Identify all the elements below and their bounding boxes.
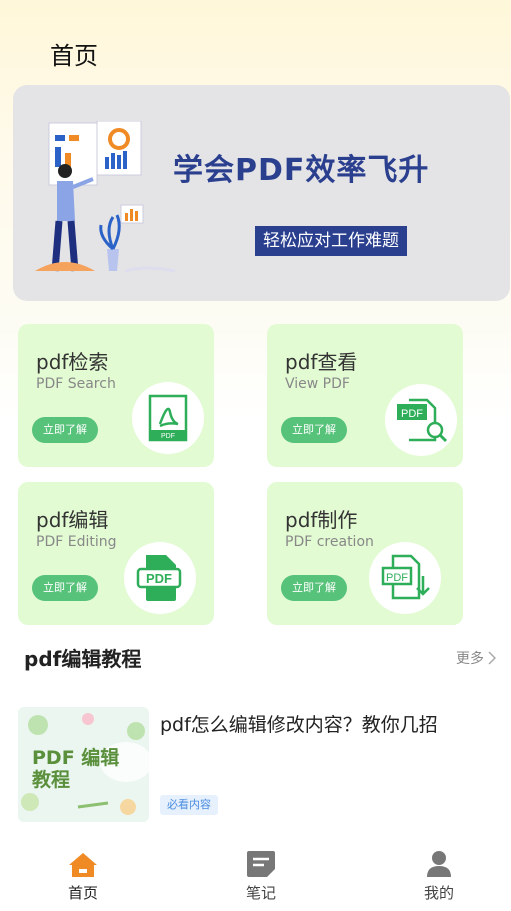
pdf-acrobat-icon: PDF	[132, 382, 204, 454]
more-label: 更多	[456, 651, 484, 667]
svg-text:PDF: PDF	[146, 571, 172, 586]
learn-more-button[interactable]: 立即了解	[32, 575, 98, 601]
chevron-right-icon	[488, 651, 496, 665]
thumbnail-text: PDF 编辑教程	[32, 747, 120, 791]
tab-notes[interactable]: 笔记	[221, 850, 301, 903]
card-title: pdf编辑	[36, 508, 109, 532]
tab-label: 首页	[67, 884, 98, 902]
card-subtitle: PDF Search	[36, 376, 116, 392]
learn-more-button[interactable]: 立即了解	[32, 417, 98, 443]
home-icon	[69, 853, 97, 877]
pdf-file-icon: PDF	[124, 542, 196, 614]
tab-mine[interactable]: 我的	[399, 850, 479, 903]
tab-label: 笔记	[245, 884, 276, 902]
card-title: pdf制作	[285, 508, 358, 532]
bottom-tab-bar: 首页 笔记 我的	[0, 840, 511, 911]
article-tag: 必看内容	[160, 795, 218, 815]
banner-tag: 轻松应对工作难题	[255, 226, 407, 256]
pdf-search-icon: PDF	[385, 384, 457, 456]
learn-more-button[interactable]: 立即了解	[281, 575, 347, 601]
page-title: 首页	[50, 42, 98, 70]
office-woman-illustration	[35, 121, 176, 273]
learn-more-button[interactable]: 立即了解	[281, 417, 347, 443]
note-icon	[247, 851, 275, 877]
banner-title: 学会PDF效率飞升	[173, 153, 430, 188]
user-icon	[427, 851, 451, 877]
card-subtitle: PDF Editing	[36, 534, 117, 550]
feature-card-create[interactable]: pdf制作 PDF creation 立即了解 PDF	[267, 482, 463, 625]
feature-card-search[interactable]: pdf检索 PDF Search 立即了解 PDF	[18, 324, 214, 467]
more-link[interactable]: 更多	[456, 648, 496, 668]
promo-banner[interactable]: 学会PDF效率飞升 轻松应对工作难题	[13, 85, 510, 301]
tab-label: 我的	[423, 884, 454, 902]
feature-card-edit[interactable]: pdf编辑 PDF Editing 立即了解 PDF	[18, 482, 214, 625]
pdf-download-icon: PDF	[369, 542, 441, 614]
svg-text:PDF: PDF	[386, 572, 408, 584]
section-title: pdf编辑教程	[24, 647, 142, 671]
article-thumbnail[interactable]: PDF 编辑教程	[18, 707, 149, 822]
svg-text:PDF: PDF	[161, 433, 175, 440]
article-title[interactable]: pdf怎么编辑修改内容？教你几招	[160, 710, 438, 737]
svg-text:PDF: PDF	[401, 408, 423, 420]
tab-home[interactable]: 首页	[43, 850, 123, 903]
card-subtitle: View PDF	[285, 376, 350, 392]
card-title: pdf查看	[285, 350, 358, 374]
card-subtitle: PDF creation	[285, 534, 374, 550]
feature-card-view[interactable]: pdf查看 View PDF 立即了解 PDF	[267, 324, 463, 467]
card-title: pdf检索	[36, 350, 109, 374]
